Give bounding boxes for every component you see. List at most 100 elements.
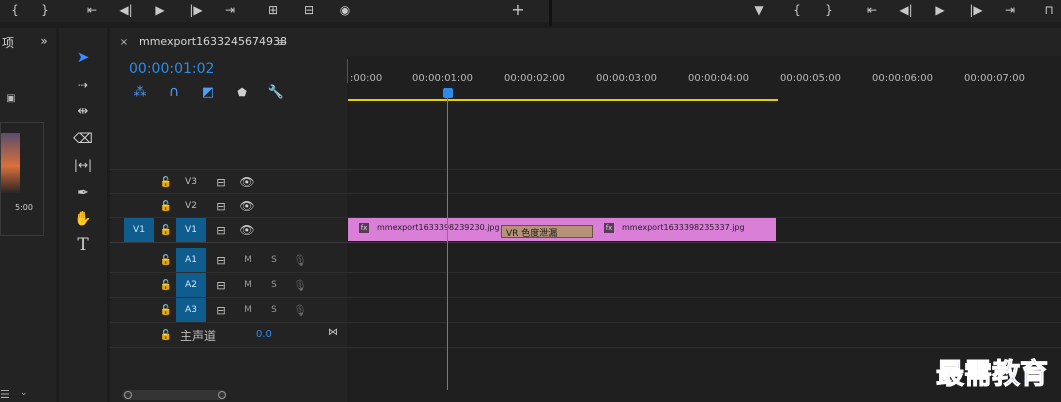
track-target-v2[interactable]: V2 — [176, 194, 206, 218]
add-marker-icon[interactable]: ⬟ — [234, 84, 250, 100]
track-select-tool-icon[interactable]: ⇢ — [71, 74, 95, 96]
mute-button[interactable]: M — [242, 253, 254, 267]
chevron-down-icon[interactable]: ⌄ — [20, 388, 28, 398]
program-go-to-out-icon[interactable]: ⇥ — [1002, 2, 1018, 18]
folder-search-icon[interactable]: ▣ — [4, 92, 18, 104]
clip-name: mmexport1633398239230.jpg — [377, 223, 500, 232]
media-thumbnail — [1, 133, 20, 193]
track-header-a2[interactable]: 🔓 A2 ⊟ M S 🎙 — [110, 273, 347, 297]
mute-button[interactable]: M — [242, 303, 254, 317]
hamburger-icon[interactable]: ≡ — [275, 35, 289, 49]
program-mark-in-icon[interactable]: { — [790, 2, 804, 18]
lock-icon[interactable]: 🔓 — [160, 278, 172, 292]
linked-selection-icon[interactable]: ◩ — [200, 84, 216, 100]
master-volume-value[interactable]: 0.0 — [256, 329, 272, 340]
solo-button[interactable]: S — [268, 303, 280, 317]
ruler-start-tick — [347, 59, 348, 83]
media-thumbnail-frame[interactable]: 5:00 — [0, 122, 44, 236]
lock-icon[interactable]: 🔓 — [160, 199, 172, 213]
selection-tool-icon[interactable]: ➤ — [71, 46, 95, 68]
go-to-in-icon[interactable]: ⇤ — [84, 2, 100, 18]
transition-label: VR 色度泄漏 — [506, 229, 558, 239]
clip-fx-icon: fx — [604, 223, 614, 233]
add-marker-icon[interactable]: ▼ — [752, 2, 766, 18]
sync-lock-icon[interactable]: ⊟ — [214, 175, 228, 189]
program-step-forward-icon[interactable]: |▶ — [968, 2, 984, 18]
bowtie-icon[interactable]: ⋈ — [326, 325, 340, 339]
lock-icon[interactable]: 🔓 — [160, 223, 172, 237]
playhead-line[interactable] — [447, 98, 448, 390]
wrench-icon[interactable]: 🔧 — [268, 84, 284, 100]
snap-magnet-icon[interactable]: ∩ — [166, 84, 182, 100]
slip-tool-icon[interactable]: |↔| — [71, 154, 95, 176]
pen-tool-icon[interactable]: ✒ — [71, 182, 95, 204]
source-patch-v1[interactable]: V1 — [124, 218, 154, 242]
lock-icon[interactable]: 🔓 — [160, 328, 172, 342]
scroll-handle-right[interactable] — [218, 391, 226, 399]
export-frame-icon[interactable]: ◉ — [336, 2, 354, 18]
transport-bar: { } ⇤ ◀| ▶ |▶ ⇥ ⊞ ⊟ ◉ + ▼ { } ⇤ ◀| ▶ |▶ … — [0, 0, 1061, 26]
track-target-a3[interactable]: A3 — [176, 298, 206, 322]
program-mark-out-icon[interactable]: } — [822, 2, 836, 18]
track-target-a2[interactable]: A2 — [176, 273, 206, 297]
ripple-edit-tool-icon[interactable]: ⇹ — [71, 100, 95, 122]
play-icon[interactable]: ▶ — [152, 2, 168, 18]
ruler-label: 00:00:03:00 — [596, 73, 658, 84]
track-target-a1[interactable]: A1 — [176, 248, 206, 272]
step-back-icon[interactable]: ◀| — [118, 2, 134, 18]
razor-tool-icon[interactable]: ⌫ — [71, 128, 95, 150]
microphone-icon[interactable]: 🎙 — [293, 303, 307, 317]
double-chevron-right-icon[interactable]: » — [36, 34, 52, 48]
lock-icon[interactable]: 🔓 — [160, 253, 172, 267]
sync-lock-icon[interactable]: ⊟ — [214, 303, 228, 317]
mark-in-icon[interactable]: { — [8, 2, 22, 18]
list-view-icon[interactable]: ☰ — [0, 388, 10, 401]
nest-icon[interactable]: ⁂ — [132, 84, 148, 100]
project-tab-label[interactable]: 项 — [2, 34, 14, 51]
track-target-v3[interactable]: V3 — [176, 170, 206, 194]
sync-lock-icon[interactable]: ⊟ — [214, 278, 228, 292]
track-header-v3[interactable]: 🔓 V3 ⊟ 👁 — [110, 170, 347, 194]
playhead-handle[interactable] — [443, 88, 453, 98]
eye-icon[interactable]: 👁 — [239, 223, 254, 237]
type-tool-icon[interactable]: T — [71, 234, 95, 256]
playhead-timecode[interactable]: 00:00:01:02 — [129, 61, 214, 77]
sequence-tab-title[interactable]: mmexport1633245674938 — [139, 35, 287, 48]
track-target-v1[interactable]: V1 — [176, 218, 206, 242]
program-play-icon[interactable]: ▶ — [932, 2, 948, 18]
go-to-out-icon[interactable]: ⇥ — [222, 2, 238, 18]
track-header-v2[interactable]: 🔓 V2 ⊟ 👁 — [110, 194, 347, 218]
mark-out-icon[interactable]: } — [38, 2, 52, 18]
eye-icon[interactable]: 👁 — [239, 175, 254, 189]
lock-icon[interactable]: 🔓 — [160, 175, 172, 189]
program-step-back-icon[interactable]: ◀| — [898, 2, 914, 18]
track-header-master[interactable]: 🔓 主声道 0.0 ⋈ — [110, 323, 347, 347]
lock-icon[interactable]: 🔓 — [160, 303, 172, 317]
lift-icon[interactable]: ⊓ — [1040, 2, 1058, 18]
hand-tool-icon[interactable]: ✋ — [71, 208, 95, 230]
microphone-icon[interactable]: 🎙 — [293, 278, 307, 292]
step-forward-icon[interactable]: |▶ — [188, 2, 204, 18]
ruler-label: 00:00:06:00 — [872, 73, 934, 84]
insert-icon[interactable]: ⊞ — [264, 2, 282, 18]
sync-lock-icon[interactable]: ⊟ — [214, 199, 228, 213]
add-button-icon[interactable]: + — [510, 0, 526, 19]
track-header-a3[interactable]: 🔓 A3 ⊟ M S 🎙 — [110, 298, 347, 322]
track-header-v1[interactable]: V1 🔓 V1 ⊟ 👁 — [110, 218, 347, 242]
eye-icon[interactable]: 👁 — [239, 199, 254, 213]
microphone-icon[interactable]: 🎙 — [293, 253, 307, 267]
sync-lock-icon[interactable]: ⊟ — [214, 253, 228, 267]
program-go-to-in-icon[interactable]: ⇤ — [864, 2, 880, 18]
solo-button[interactable]: S — [268, 278, 280, 292]
horizontal-scrollbar[interactable] — [122, 390, 226, 400]
solo-button[interactable]: S — [268, 253, 280, 267]
overwrite-icon[interactable]: ⊟ — [300, 2, 318, 18]
track-header-a1[interactable]: 🔓 A1 ⊟ M S 🎙 — [110, 248, 347, 272]
sync-lock-icon[interactable]: ⊟ — [214, 223, 228, 237]
clip-name: mmexport1633398235337.jpg — [622, 223, 745, 232]
scroll-handle-left[interactable] — [124, 391, 132, 399]
work-area-bar[interactable] — [348, 99, 778, 101]
mute-button[interactable]: M — [242, 278, 254, 292]
ruler-label: 00:00:02:00 — [504, 73, 566, 84]
close-icon[interactable]: × — [118, 36, 130, 48]
